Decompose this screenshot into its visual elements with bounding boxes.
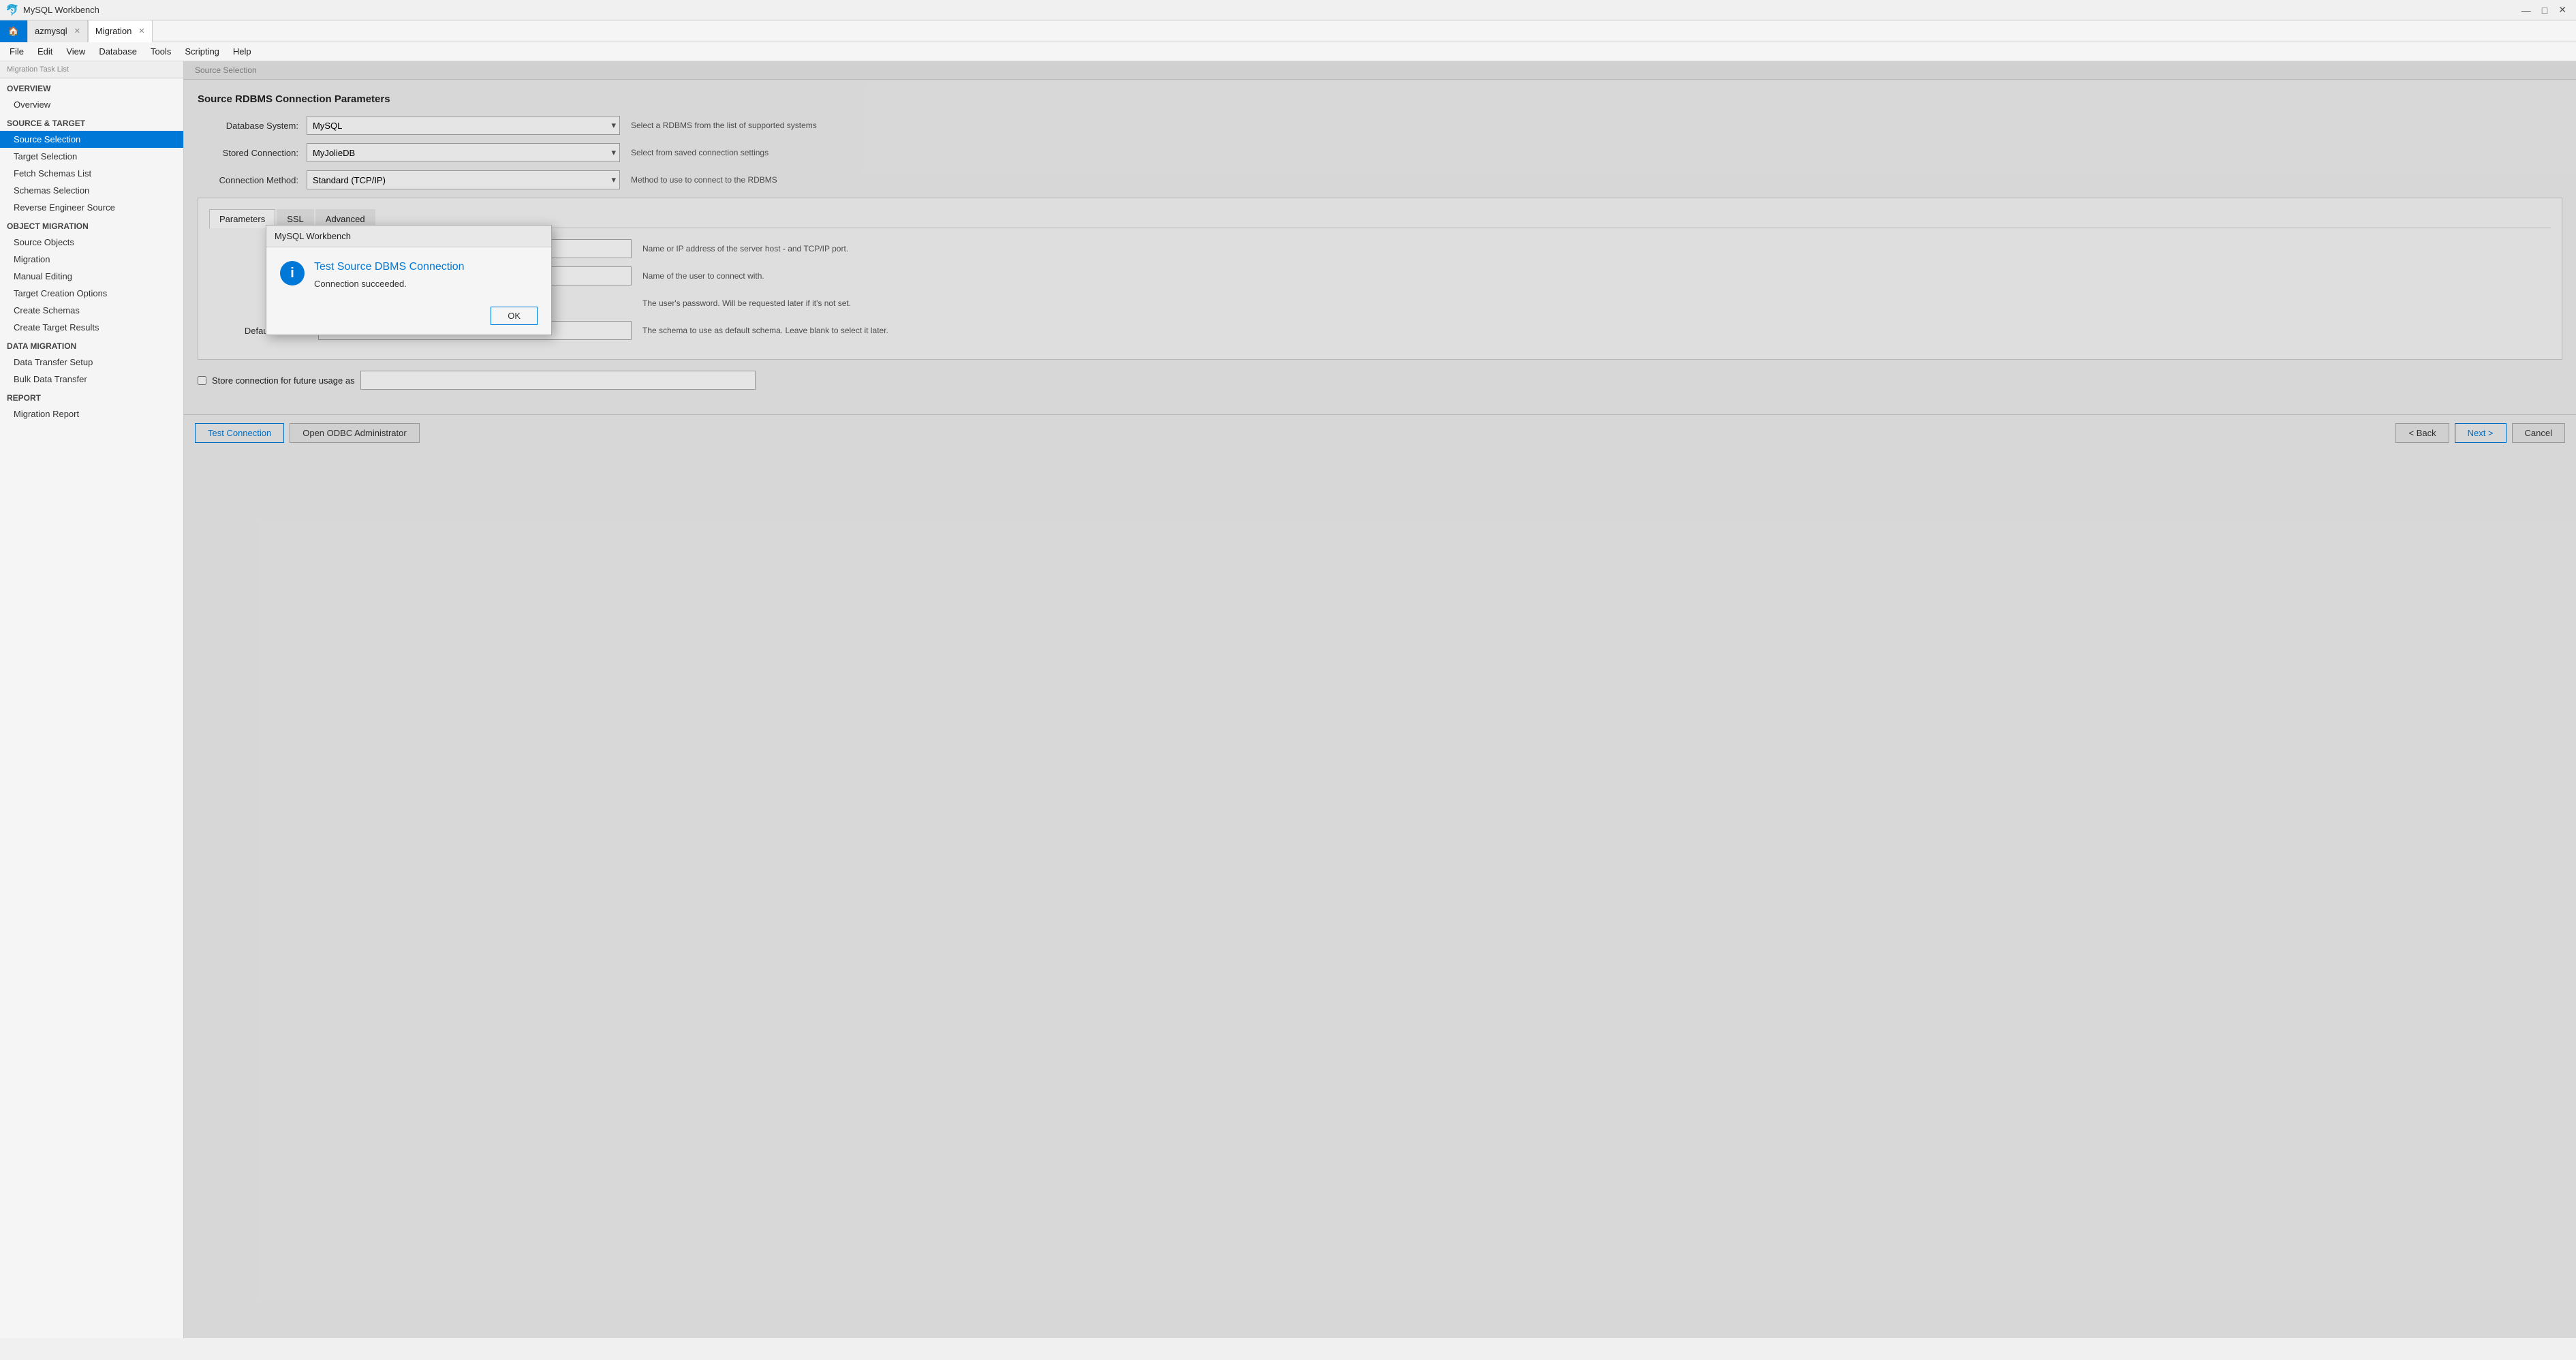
modal-footer: OK [266,300,551,335]
menu-view[interactable]: View [59,44,92,59]
modal-header: MySQL Workbench [266,226,551,247]
sidebar-section-overview: OVERVIEW [0,78,183,96]
menu-help[interactable]: Help [226,44,258,59]
app-title: MySQL Workbench [23,5,99,15]
sidebar-item-create-target-results[interactable]: Create Target Results [0,319,183,336]
sidebar-item-create-schemas[interactable]: Create Schemas [0,302,183,319]
sidebar-section-data-migration: DATA MIGRATION [0,336,183,354]
tab-azmysql-close[interactable]: ✕ [74,27,80,35]
sidebar-item-target-creation[interactable]: Target Creation Options [0,285,183,302]
sidebar-section-object-migration: OBJECT MIGRATION [0,216,183,234]
minimize-button[interactable]: — [2517,3,2535,17]
sidebar-header: Migration Task List [0,61,183,78]
sidebar-item-migration[interactable]: Migration [0,251,183,268]
sidebar-section-source-target: SOURCE & TARGET [0,113,183,131]
tab-azmysql[interactable]: azmysql ✕ [27,20,88,42]
app-icon: 🐬 [5,3,19,17]
modal-content: Test Source DBMS Connection Connection s… [314,261,538,289]
menu-edit[interactable]: Edit [31,44,59,59]
tab-migration[interactable]: Migration ✕ [88,20,153,42]
sidebar: Migration Task List OVERVIEW Overview SO… [0,61,184,1338]
tab-bar: 🏠 azmysql ✕ Migration ✕ [0,20,2576,42]
sidebar-item-fetch-schemas[interactable]: Fetch Schemas List [0,165,183,182]
home-tab[interactable]: 🏠 [0,20,27,42]
close-button[interactable]: ✕ [2554,3,2571,17]
tab-azmysql-label: azmysql [35,26,67,36]
modal-message: Connection succeeded. [314,279,538,289]
sidebar-item-target-selection[interactable]: Target Selection [0,148,183,165]
tab-migration-close[interactable]: ✕ [138,27,144,35]
modal-info-icon: i [280,261,305,285]
sidebar-item-source-selection[interactable]: Source Selection [0,131,183,148]
sidebar-item-overview[interactable]: Overview [0,96,183,113]
main-layout: Migration Task List OVERVIEW Overview SO… [0,61,2576,1338]
sidebar-item-bulk-transfer[interactable]: Bulk Data Transfer [0,371,183,388]
modal-ok-button[interactable]: OK [491,307,538,325]
tab-migration-label: Migration [95,26,131,36]
sidebar-item-source-objects[interactable]: Source Objects [0,234,183,251]
sidebar-item-schemas-selection[interactable]: Schemas Selection [0,182,183,199]
menu-tools[interactable]: Tools [144,44,178,59]
sidebar-item-manual-editing[interactable]: Manual Editing [0,268,183,285]
menu-bar: File Edit View Database Tools Scripting … [0,42,2576,61]
modal-title: Test Source DBMS Connection [314,261,538,273]
menu-file[interactable]: File [3,44,31,59]
sidebar-item-data-transfer[interactable]: Data Transfer Setup [0,354,183,371]
sidebar-item-migration-report[interactable]: Migration Report [0,405,183,422]
menu-scripting[interactable]: Scripting [178,44,226,59]
sidebar-section-report: REPORT [0,388,183,405]
menu-database[interactable]: Database [92,44,144,59]
modal-body: i Test Source DBMS Connection Connection… [266,247,551,300]
modal-overlay: MySQL Workbench i Test Source DBMS Conne… [184,61,2576,1338]
content-area: Source Selection Source RDBMS Connection… [184,61,2576,1338]
window-controls: — □ ✕ [2517,3,2571,17]
maximize-button[interactable]: □ [2538,3,2551,17]
title-bar: 🐬 MySQL Workbench — □ ✕ [0,0,2576,20]
modal-dialog: MySQL Workbench i Test Source DBMS Conne… [266,225,552,335]
sidebar-item-reverse-engineer[interactable]: Reverse Engineer Source [0,199,183,216]
